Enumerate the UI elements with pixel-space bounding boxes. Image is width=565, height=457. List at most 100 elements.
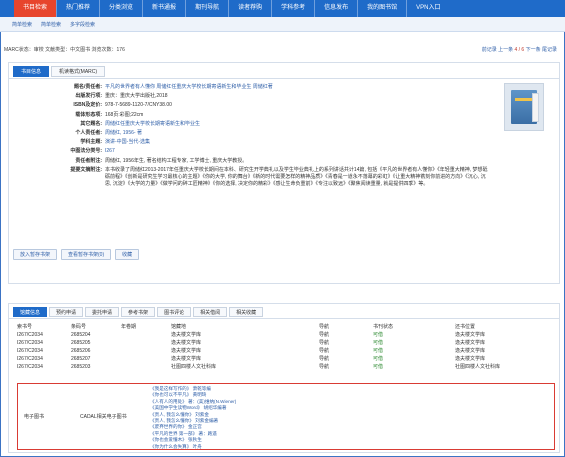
nav-item-vpn[interactable]: VPN入口 [406, 0, 449, 17]
holding-tabs: 馆藏信息 预约申请 委托申请 参考书架 图书评论 相关借阅 相关收藏 [13, 307, 265, 317]
cell-call-number: I267/C2034 [17, 332, 43, 338]
field-value[interactable]: 周储红, 1956- 著 [105, 130, 142, 137]
field-label: 出版发行项: [75, 93, 102, 100]
field-physical: 载体形态项: 168页:彩图;22cm [19, 112, 489, 119]
nav-item-search[interactable]: 书目检索 [14, 0, 57, 17]
field-subject: 学科主题: 演讲-中国-当代-选集 [19, 139, 489, 146]
field-label: 提要文摘附注: [70, 166, 102, 173]
record-pager: 前记录 上一条 4 / 6 下一条 尾记录 [482, 46, 557, 53]
book-cover-thumbnail[interactable] [504, 83, 544, 131]
nav-item-hot[interactable]: 热门推荐 [56, 0, 99, 17]
ebook-source: CADAL相关电子图书 [80, 414, 127, 420]
header-barcode: 条码号 [71, 324, 87, 330]
table-row: I267/C2034 2685206 逸夫楼文学库 导航 可借 逸夫楼文学库 [17, 347, 553, 355]
subnav-simple-search-2[interactable]: 简单检索 [41, 21, 61, 28]
cell-barcode: 2685207 [71, 356, 91, 362]
field-label: 学科主题: [80, 139, 102, 146]
cell-navigation-link[interactable]: 导航 [319, 363, 373, 371]
field-value: 本书收录了周储红2013-2017年任重庆大学校长期间在本科、研究生开学典礼以及… [105, 166, 488, 188]
subnav-simple-search[interactable]: 简单检索 [12, 21, 32, 28]
cell-navigation-link[interactable]: 导航 [319, 355, 373, 363]
field-value[interactable]: 演讲-中国-当代-选集 [105, 139, 150, 146]
cell-volume [121, 347, 171, 355]
header-return-location: 还书位置 [455, 324, 476, 330]
top-navigation: 书目检索 热门推荐 分类浏览 新书通报 期刊导航 读者荐购 学科参考 信息发布 … [0, 0, 565, 17]
nav-item-info[interactable]: 信息发布 [314, 0, 357, 17]
field-value[interactable]: 平凡的世界者有人懂你 周储红任重庆大学校长期寄语新生和毕业生 周储红著 [105, 84, 273, 91]
favorite-button[interactable]: 收藏 [115, 249, 140, 260]
nav-item-category[interactable]: 分类浏览 [99, 0, 142, 17]
cell-navigation-link[interactable]: 导航 [319, 339, 373, 347]
tab-reserve[interactable]: 预约申请 [49, 307, 84, 317]
field-isbn: ISBN及定价: 978-7-5689-1120-7/CNY38.00 [19, 102, 489, 109]
field-value: 978-7-5689-1120-7/CNY38.00 [105, 102, 172, 109]
tab-related-favorites[interactable]: 相关收藏 [229, 307, 264, 317]
field-label: 题名/责任者: [73, 84, 102, 90]
header-navigation: 导航 [319, 324, 330, 330]
cell-status: 可借 [373, 364, 384, 370]
cell-location: 社图四楼人文社科库 [171, 364, 217, 370]
cell-return-location: 逸夫楼文学库 [455, 332, 486, 338]
ebook-label: 电子图书 [24, 414, 45, 420]
cell-status: 可借 [373, 332, 384, 338]
tab-holdings[interactable]: 馆藏信息 [13, 307, 48, 317]
header-volume: 年卷期 [121, 324, 137, 330]
cell-barcode: 2685204 [71, 332, 91, 338]
tab-delegate[interactable]: 委托申请 [85, 307, 120, 317]
ebook-list: 《我是这样写作的》 萧乾等编 《你也可以不平凡》 黄明琦 《人有人的用处》 著：… [150, 386, 410, 450]
pager-prev[interactable]: 前记录 上一条 [482, 47, 513, 53]
nav-item-newbooks[interactable]: 新书通报 [142, 0, 185, 17]
cell-return-location: 逸夫楼文学库 [455, 340, 486, 346]
field-value: 168页:彩图;22cm [105, 111, 144, 118]
tab-related-loans[interactable]: 相关借阅 [193, 307, 228, 317]
cell-location: 逸夫楼文学库 [171, 332, 202, 338]
cell-call-number: I267/C2034 [17, 356, 43, 362]
field-author-note: 责任者附注: 周储红, 1956年生, 著名结构工程专家, 工学博士, 重庆大学教… [19, 158, 489, 165]
cell-status: 可借 [373, 348, 384, 354]
cell-volume [121, 355, 171, 363]
field-abstract: 提要文摘附注: 本书收录了周储红2013-2017年任重庆大学校长期间在本科、研究… [19, 167, 489, 189]
cell-navigation-link[interactable]: 导航 [319, 331, 373, 339]
detail-tabs: 书目信息 机读格式(MARC) [13, 66, 107, 77]
header-status: 书刊状态 [373, 324, 394, 330]
add-to-shelf-button[interactable]: 放入暂存书架 [13, 249, 58, 260]
cell-location: 逸夫楼文学库 [171, 348, 202, 354]
cell-barcode: 2685206 [71, 348, 91, 354]
field-label: ISBN及定价: [73, 102, 102, 109]
cell-volume [121, 339, 171, 347]
tab-divider [9, 78, 559, 79]
header-call-number: 索书号 [17, 324, 33, 330]
nav-item-recommend[interactable]: 读者荐购 [228, 0, 271, 17]
nav-item-journals[interactable]: 期刊导航 [185, 0, 228, 17]
cell-barcode: 2685205 [71, 340, 91, 346]
cell-return-location: 逸夫楼文学库 [455, 348, 486, 354]
marc-status: MARC状态：审校 文献类型：中文图书 浏览次数：176 [4, 46, 125, 53]
table-row: I267/C2034 2685207 逸夫楼文学库 导航 可借 逸夫楼文学库 [17, 355, 553, 363]
ebook-section: 电子图书 CADAL相关电子图书 《我是这样写作的》 萧乾等编 《你也可以不平凡… [17, 383, 555, 450]
cell-volume [121, 363, 171, 371]
cell-call-number: I267/C2034 [17, 364, 43, 370]
subnav-multi-field-search[interactable]: 多字段检索 [70, 21, 95, 28]
field-label: 个人责任者: [75, 130, 102, 137]
detail-actions: 放入暂存书架 查看暂存书架(0) 收藏 [13, 249, 143, 260]
ebook-link[interactable]: 《你为什么会失算》 叶舟 [150, 444, 410, 450]
cell-volume [121, 331, 171, 339]
cell-navigation-link[interactable]: 导航 [319, 347, 373, 355]
field-value[interactable]: I267 [105, 148, 115, 155]
tab-reference-shelf[interactable]: 参考书架 [121, 307, 156, 317]
field-other-title: 其它题名: 周储红任重庆大学校长期寄语新生和毕业生 [19, 121, 489, 128]
bibliographic-panel: 书目信息 机读格式(MARC) 题名/责任者: 平凡的世界者有人懂你 周储红任重庆… [8, 62, 560, 284]
view-shelf-button[interactable]: 查看暂存书架(0) [61, 249, 112, 260]
nav-item-subject[interactable]: 学科参考 [271, 0, 314, 17]
nav-item-mylibrary[interactable]: 我的图书馆 [357, 0, 406, 17]
book-pages-icon [532, 93, 539, 122]
field-label: 其它题名: [80, 120, 102, 127]
tab-marc[interactable]: 机读格式(MARC) [51, 66, 106, 77]
tab-divider [9, 318, 559, 319]
pager-next[interactable]: 下一条 尾记录 [526, 47, 557, 53]
holdings-panel: 馆藏信息 预约申请 委托申请 参考书架 图书评论 相关借阅 相关收藏 索书号 条… [8, 303, 560, 453]
table-row: I267/C2034 2685204 逸夫楼文学库 导航 可借 逸夫楼文学库 [17, 331, 553, 339]
tab-bibliographic-info[interactable]: 书目信息 [13, 66, 50, 77]
tab-book-review[interactable]: 图书评论 [157, 307, 192, 317]
field-value[interactable]: 周储红任重庆大学校长期寄语新生和毕业生 [105, 121, 200, 128]
